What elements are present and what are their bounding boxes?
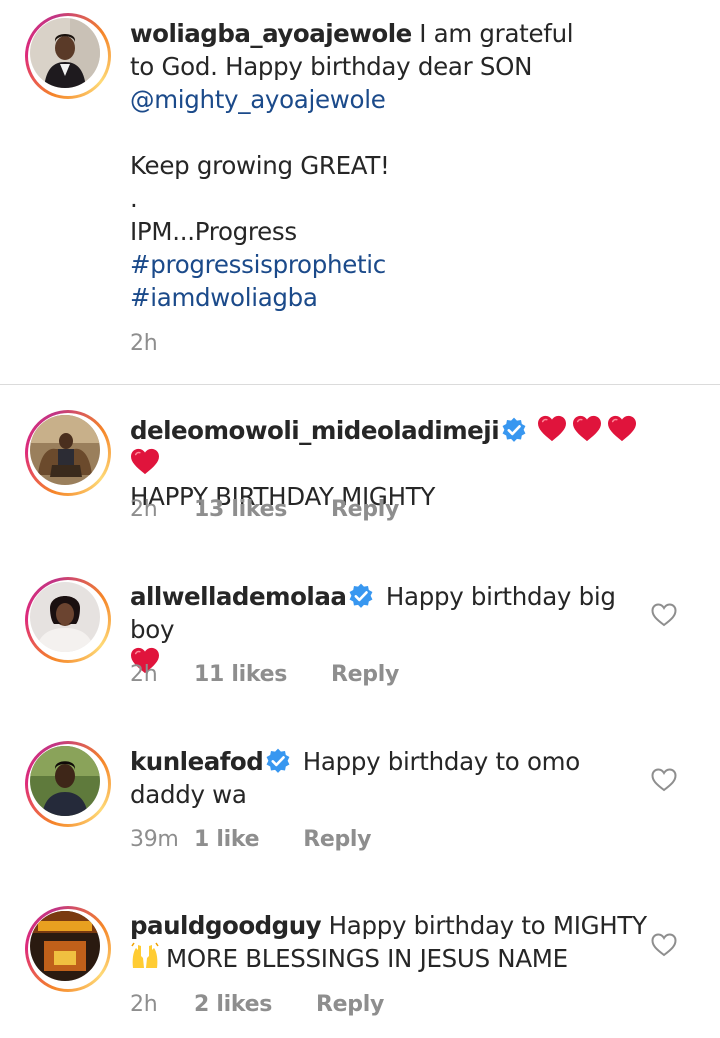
red-heart-emoji: [537, 415, 567, 443]
hashtag-iamdwoliagba[interactable]: #iamdwoliagba: [130, 283, 318, 312]
comment-likes-count[interactable]: 1 like: [194, 827, 260, 852]
mention-link[interactable]: @mighty_ayoajewole: [130, 85, 386, 114]
comment-meta: 2h 13 likes Reply: [130, 497, 399, 522]
comment-text: pauldgoodguy Happy birthday to MIGHTY MO…: [130, 911, 647, 973]
verified-badge-icon: [501, 417, 527, 443]
comment-timestamp: 2h: [130, 992, 158, 1017]
caption-timestamp: 2h: [130, 331, 158, 356]
comment-username[interactable]: kunleafod: [130, 747, 264, 776]
comment-username[interactable]: pauldgoodguy: [130, 911, 322, 940]
heart-outline-icon[interactable]: [651, 933, 677, 957]
comment-username[interactable]: allwellademolaa: [130, 582, 347, 611]
caption-meta: 2h: [130, 331, 194, 356]
comment-timestamp: 2h: [130, 497, 158, 522]
comment-avatar-deleomowoli[interactable]: [25, 410, 111, 496]
comment-likes-count[interactable]: 2 likes: [194, 992, 272, 1017]
comment-meta: 2h 2 likes Reply: [130, 992, 384, 1017]
red-heart-emoji: [572, 415, 602, 443]
comment-username[interactable]: deleomowoli_mideoladimeji: [130, 416, 500, 445]
comment-timestamp: 2h: [130, 662, 158, 687]
comment-avatar-allwellademolaa[interactable]: [25, 577, 111, 663]
verified-badge-icon: [265, 748, 291, 774]
caption-avatar[interactable]: [25, 13, 111, 99]
raised-hands-emoji: [131, 942, 159, 968]
comment-text: kunleafod Happy birthday to omo daddy wa: [130, 747, 580, 809]
caption-username[interactable]: woliagba_ayoajewole: [130, 19, 412, 48]
comment-likes-count[interactable]: 11 likes: [194, 662, 287, 687]
avatar-pauldgoodguy-image: [30, 911, 100, 981]
avatar-deleomowoli-image: [30, 415, 100, 485]
heart-outline-icon[interactable]: [651, 768, 677, 792]
comment-meta: 39m 1 like Reply: [130, 827, 372, 852]
comment-timestamp: 39m: [130, 827, 179, 852]
avatar-kunleafod-image: [30, 746, 100, 816]
caption-divider: [0, 384, 720, 385]
red-heart-emoji: [130, 448, 160, 476]
avatar-allwellademolaa-image: [30, 582, 100, 652]
avatar-woliagba-image: [30, 18, 100, 88]
reply-button[interactable]: Reply: [331, 662, 399, 687]
verified-badge-icon: [348, 583, 374, 609]
comment-avatar-kunleafod[interactable]: [25, 741, 111, 827]
heart-outline-icon[interactable]: [651, 603, 677, 627]
comment-meta: 2h 11 likes Reply: [130, 662, 399, 687]
reply-button[interactable]: Reply: [316, 992, 384, 1017]
reply-button[interactable]: Reply: [303, 827, 371, 852]
red-heart-emoji: [607, 415, 637, 443]
caption-text: woliagba_ayoajewole I am grateful to God…: [130, 19, 574, 312]
comment-avatar-pauldgoodguy[interactable]: [25, 906, 111, 992]
reply-button[interactable]: Reply: [331, 497, 399, 522]
hashtag-progressisprophetic[interactable]: #progressisprophetic: [130, 250, 386, 279]
comment-likes-count[interactable]: 13 likes: [194, 497, 287, 522]
